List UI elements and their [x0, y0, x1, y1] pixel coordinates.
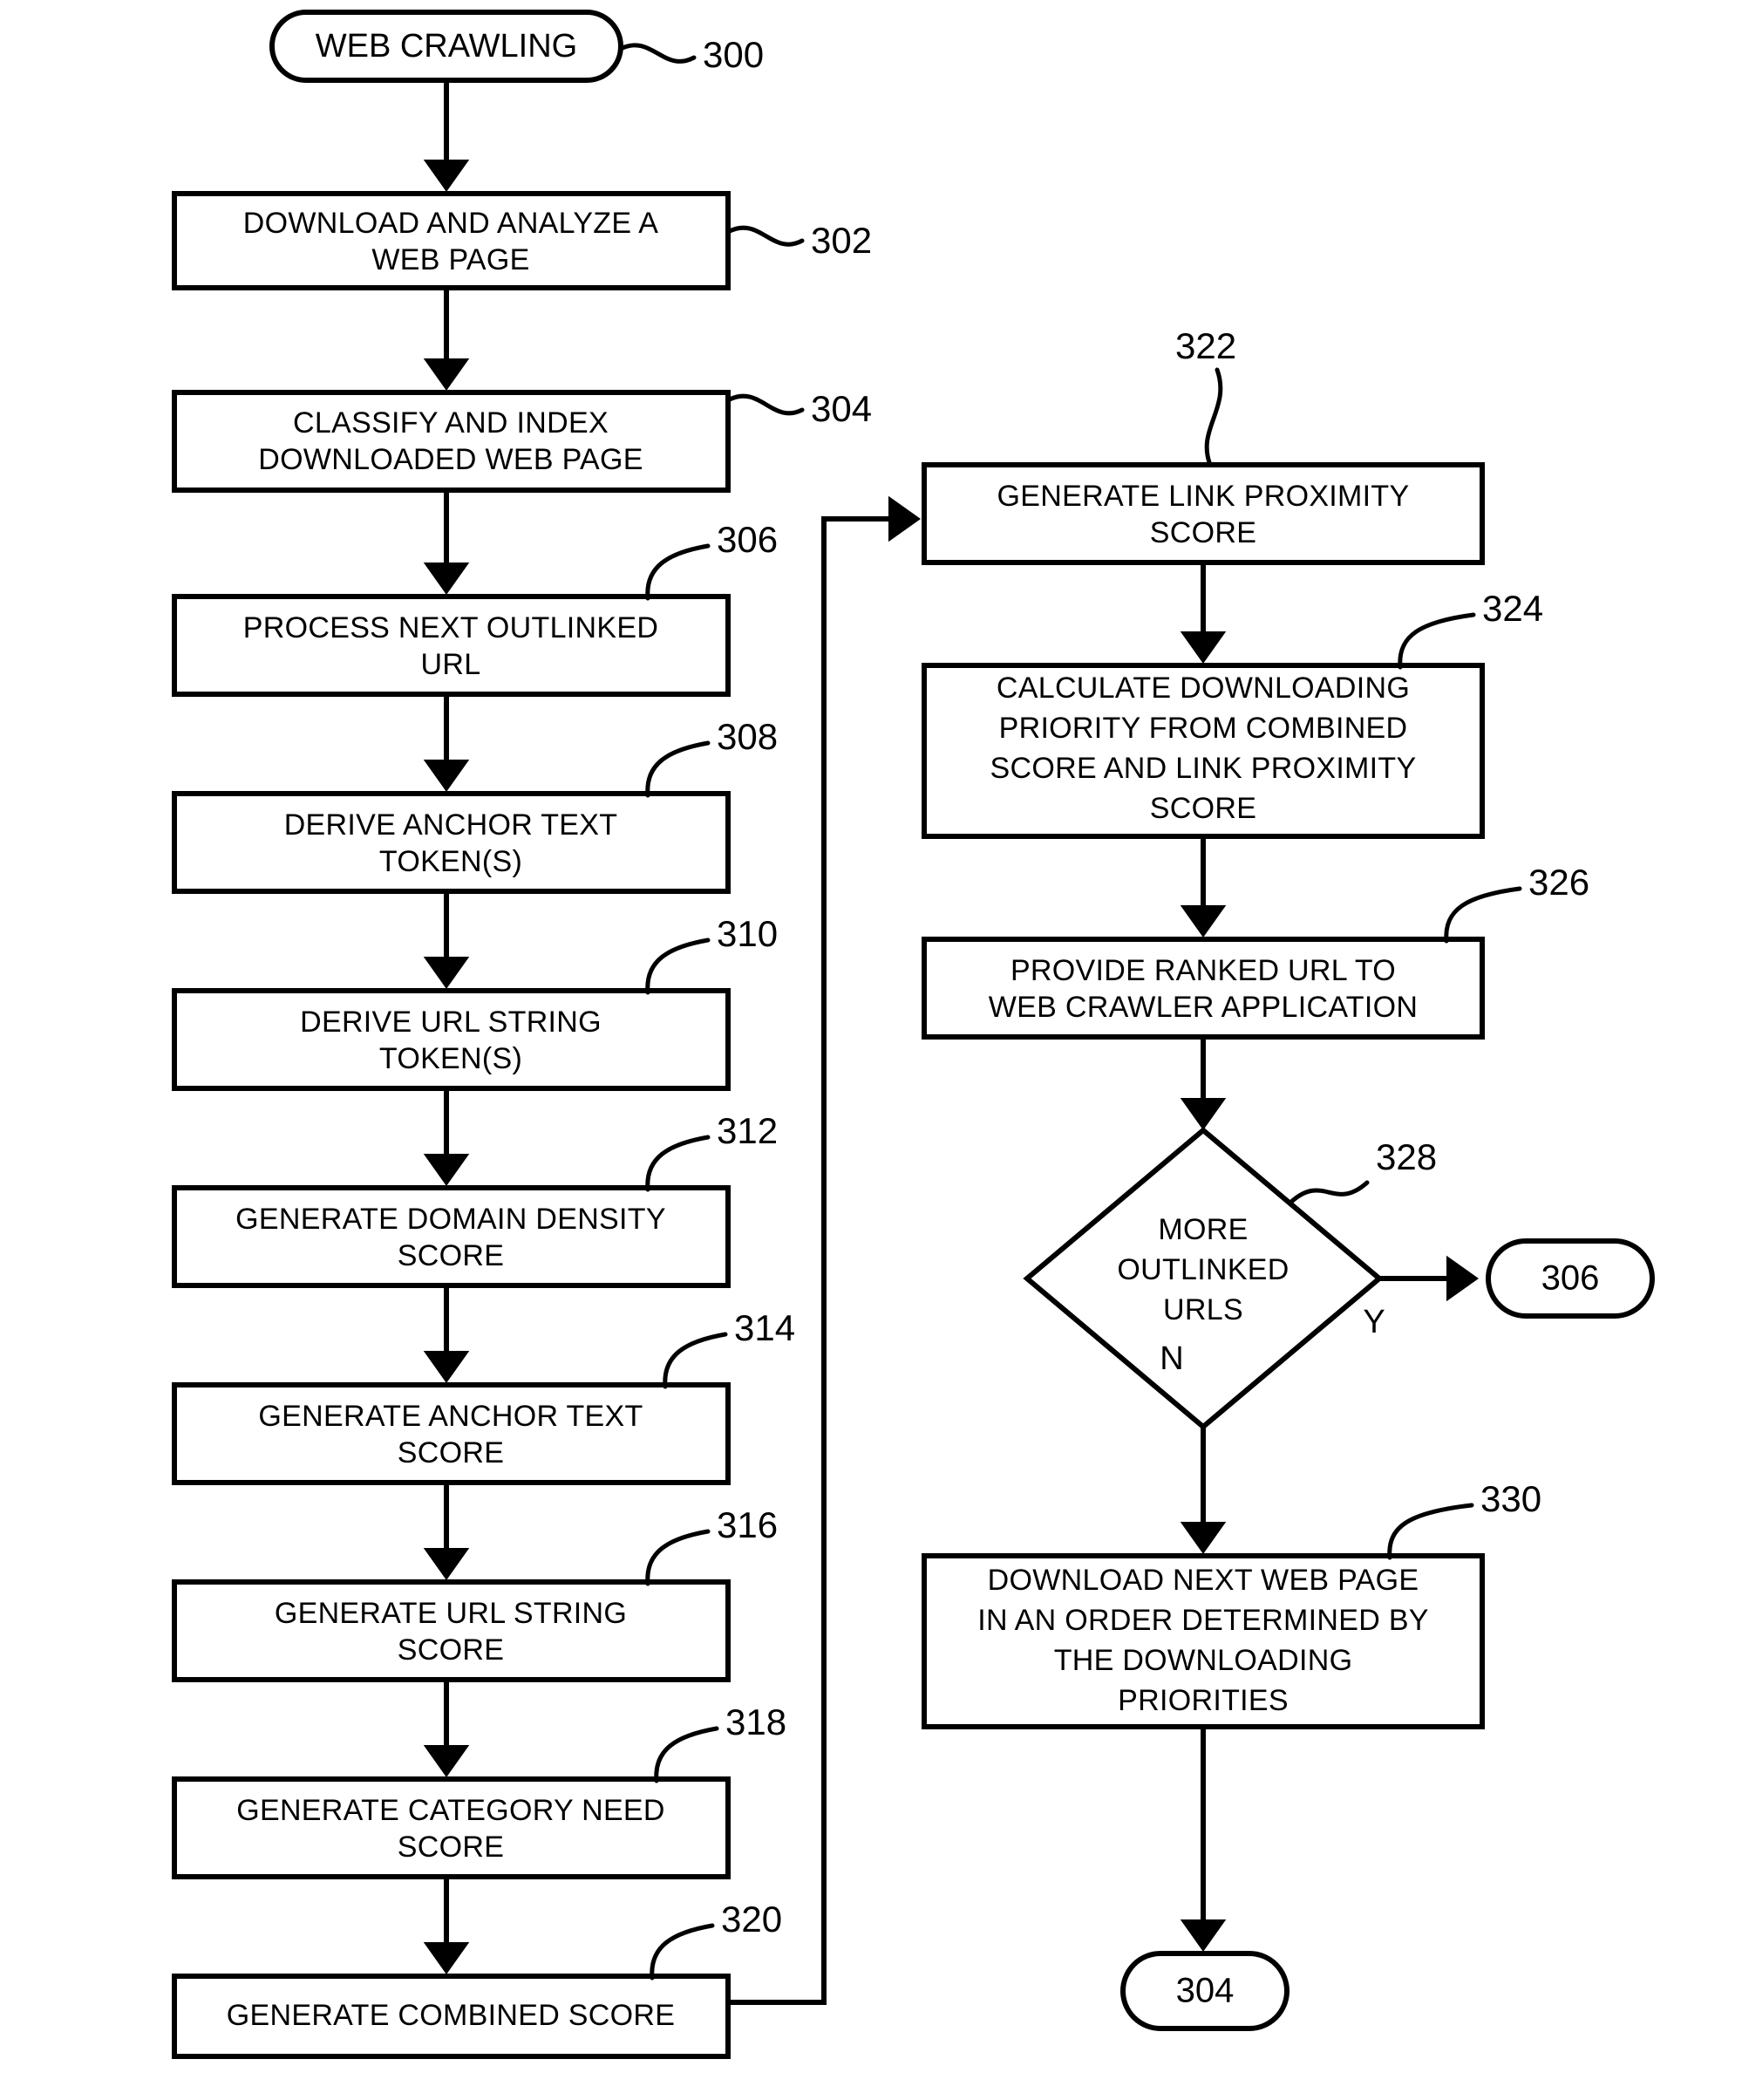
patent-figure: WEB CRAWLING 300 DOWNLOAD AND ANALYZE A …	[0, 0, 1742, 2100]
ref-number-316: 316	[717, 1504, 778, 1545]
node-310: DERIVE URL STRING TOKEN(S)	[172, 988, 731, 1091]
node-316-line-2: SCORE	[398, 1633, 504, 1667]
connector-304: 304	[1120, 1951, 1289, 2031]
leader-line-310	[645, 938, 711, 995]
node-320-line-1: GENERATE COMBINED SCORE	[227, 1999, 675, 2032]
ref-number-300: 300	[703, 34, 764, 75]
ref-number-326: 326	[1528, 862, 1589, 903]
leader-line-308	[645, 740, 711, 798]
node-310-line-1: DERIVE URL STRING	[300, 1006, 602, 1039]
node-302-line-2: WEB PAGE	[371, 243, 529, 276]
ref-number-308: 308	[717, 716, 778, 757]
decision-line-2: OUTLINKED	[1117, 1253, 1289, 1286]
leader-line-330	[1387, 1503, 1474, 1560]
node-304-line-2: DOWNLOADED WEB PAGE	[258, 443, 643, 476]
node-322-line-1: GENERATE LINK PROXIMITY	[997, 480, 1410, 513]
leader-line-320	[650, 1923, 715, 1981]
node-314-line-2: SCORE	[398, 1436, 504, 1469]
ref-number-306: 306	[717, 519, 778, 560]
node-306: PROCESS NEXT OUTLINKED URL	[172, 594, 731, 697]
decision-line-1: MORE	[1158, 1213, 1248, 1246]
node-326-line-2: WEB CRAWLER APPLICATION	[989, 991, 1418, 1024]
ref-number-322: 322	[1175, 325, 1236, 366]
leader-line-328	[1288, 1180, 1370, 1205]
leader-line-316	[645, 1529, 711, 1586]
node-310-line-2: TOKEN(S)	[379, 1042, 522, 1075]
node-324: CALCULATE DOWNLOADING PRIORITY FROM COMB…	[922, 663, 1485, 839]
decision-yes-label: Y	[1363, 1304, 1385, 1340]
node-318-line-2: SCORE	[398, 1831, 504, 1864]
decision-line-3: URLS	[1163, 1293, 1243, 1326]
node-318: GENERATE CATEGORY NEED SCORE	[172, 1776, 731, 1879]
node-start: WEB CRAWLING	[269, 10, 623, 83]
ref-number-310: 310	[717, 913, 778, 954]
leader-line-318	[654, 1726, 719, 1783]
ref-number-324: 324	[1482, 588, 1543, 629]
node-324-line-4: SCORE	[1150, 792, 1256, 825]
node-330-line-2: IN AN ORDER DETERMINED BY	[977, 1604, 1429, 1637]
ref-number-330: 330	[1480, 1478, 1541, 1519]
leader-line-324	[1398, 612, 1476, 670]
node-320: GENERATE COMBINED SCORE	[172, 1974, 731, 2059]
node-314-line-1: GENERATE ANCHOR TEXT	[258, 1400, 643, 1433]
node-330-line-3: THE DOWNLOADING	[1054, 1644, 1353, 1677]
leader-line-312	[645, 1135, 711, 1192]
leader-line-306	[645, 543, 711, 601]
node-326-line-1: PROVIDE RANKED URL TO	[1010, 954, 1396, 987]
node-312-line-1: GENERATE DOMAIN DENSITY	[235, 1203, 666, 1236]
connector-306: 306	[1486, 1238, 1655, 1319]
node-306-line-2: URL	[421, 648, 481, 681]
node-304: CLASSIFY AND INDEX DOWNLOADED WEB PAGE	[172, 390, 731, 493]
node-306-line-1: PROCESS NEXT OUTLINKED	[243, 611, 658, 644]
node-324-line-2: PRIORITY FROM COMBINED	[999, 712, 1408, 745]
node-316-line-1: GENERATE URL STRING	[275, 1597, 627, 1630]
connector-304-label: 304	[1176, 1972, 1235, 2010]
node-314: GENERATE ANCHOR TEXT SCORE	[172, 1382, 731, 1485]
start-terminal-label: WEB CRAWLING	[316, 28, 578, 65]
node-326: PROVIDE RANKED URL TO WEB CRAWLER APPLIC…	[922, 937, 1485, 1040]
node-308-line-1: DERIVE ANCHOR TEXT	[284, 808, 618, 842]
node-324-line-1: CALCULATE DOWNLOADING	[997, 672, 1410, 705]
ref-number-318: 318	[725, 1701, 786, 1742]
leader-line-300	[620, 43, 697, 64]
node-318-line-1: GENERATE CATEGORY NEED	[236, 1794, 665, 1827]
ref-number-314: 314	[734, 1307, 795, 1348]
node-316: GENERATE URL STRING SCORE	[172, 1579, 731, 1682]
flowchart-diagram: WEB CRAWLING 300 DOWNLOAD AND ANALYZE A …	[172, 10, 1655, 2059]
node-312-line-2: SCORE	[398, 1239, 504, 1272]
connector-306-label: 306	[1541, 1259, 1600, 1298]
node-324-line-3: SCORE AND LINK PROXIMITY	[990, 752, 1417, 785]
ref-number-304: 304	[811, 388, 872, 429]
node-308: DERIVE ANCHOR TEXT TOKEN(S)	[172, 791, 731, 894]
leader-line-322	[1204, 367, 1223, 467]
node-304-line-1: CLASSIFY AND INDEX	[293, 406, 609, 440]
node-312: GENERATE DOMAIN DENSITY SCORE	[172, 1185, 731, 1288]
leader-line-302	[727, 225, 805, 247]
node-322-line-2: SCORE	[1150, 516, 1256, 549]
ref-number-328: 328	[1376, 1136, 1437, 1177]
node-308-line-2: TOKEN(S)	[379, 845, 522, 878]
ref-number-302: 302	[811, 220, 872, 261]
decision-no-label: N	[1160, 1340, 1183, 1377]
leader-line-304	[727, 393, 805, 416]
node-330-line-1: DOWNLOAD NEXT WEB PAGE	[988, 1564, 1419, 1597]
node-302: DOWNLOAD AND ANALYZE A WEB PAGE	[172, 191, 731, 290]
leader-line-326	[1444, 886, 1522, 944]
node-328-decision: MORE OUTLINKED URLS	[1023, 1127, 1384, 1430]
ref-number-320: 320	[721, 1899, 782, 1940]
node-302-line-1: DOWNLOAD AND ANALYZE A	[243, 207, 658, 240]
leader-line-314	[663, 1332, 728, 1389]
ref-number-312: 312	[717, 1110, 778, 1151]
node-322: GENERATE LINK PROXIMITY SCORE	[922, 462, 1485, 565]
